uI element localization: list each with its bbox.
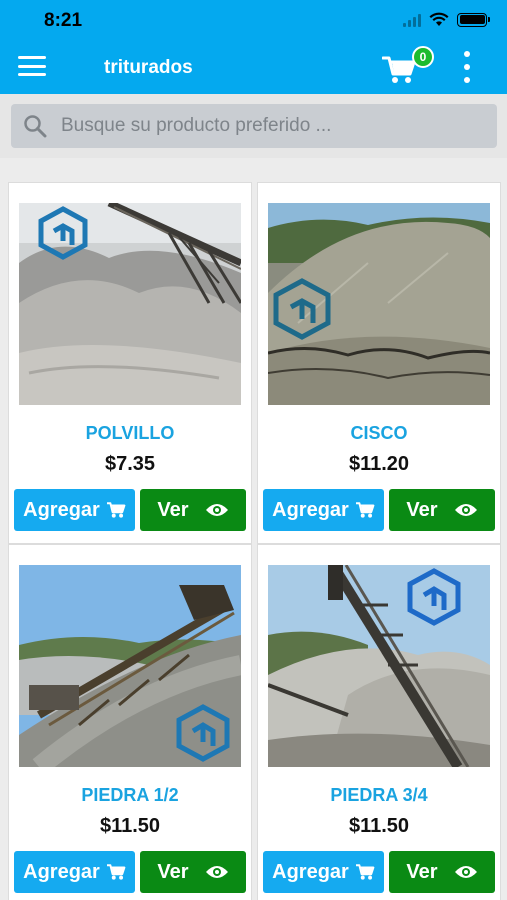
cart-icon — [355, 864, 375, 880]
search-icon — [24, 115, 47, 138]
eye-icon — [205, 504, 228, 516]
cart-icon — [355, 502, 375, 518]
add-to-cart-button[interactable]: Agregar — [263, 489, 384, 531]
product-card: POLVILLO $7.35 Agregar Ver — [8, 182, 252, 544]
product-name: PIEDRA 3/4 — [330, 785, 428, 805]
view-button-label: Ver — [406, 498, 438, 521]
add-button-label: Agregar — [272, 860, 349, 883]
add-button-label: Agregar — [23, 498, 100, 521]
cart-icon — [106, 864, 126, 880]
wifi-icon — [429, 12, 449, 26]
view-button-label: Ver — [157, 498, 189, 521]
view-product-button[interactable]: Ver — [140, 489, 246, 531]
menu-icon[interactable] — [18, 54, 46, 78]
add-to-cart-button[interactable]: Agregar — [14, 851, 135, 893]
view-product-button[interactable]: Ver — [389, 489, 495, 531]
add-button-label: Agregar — [272, 498, 349, 521]
product-price: $7.35 — [104, 453, 156, 475]
add-button-label: Agregar — [23, 860, 100, 883]
product-price: $11.50 — [99, 815, 161, 837]
product-grid: POLVILLO $7.35 Agregar Ver CISCO $11.20 … — [0, 158, 507, 900]
more-options-icon[interactable] — [460, 51, 474, 83]
battery-icon — [457, 12, 490, 27]
search-input[interactable] — [61, 104, 481, 148]
product-price: $11.50 — [348, 815, 410, 837]
eye-icon — [205, 866, 228, 878]
signal-icon — [403, 13, 421, 27]
status-time: 8:21 — [44, 10, 83, 31]
cart-icon — [382, 56, 416, 83]
product-price: $11.20 — [348, 453, 410, 475]
view-button-label: Ver — [157, 860, 189, 883]
page-title: triturados — [104, 57, 193, 78]
search-box — [11, 104, 497, 148]
view-product-button[interactable]: Ver — [140, 851, 246, 893]
product-image[interactable] — [19, 203, 241, 405]
status-bar: 8:21 — [0, 0, 507, 40]
add-to-cart-button[interactable]: Agregar — [14, 489, 135, 531]
product-image[interactable] — [268, 203, 490, 405]
eye-icon — [454, 866, 477, 878]
view-button-label: Ver — [406, 860, 438, 883]
eye-icon — [454, 504, 477, 516]
product-card: CISCO $11.20 Agregar Ver — [257, 182, 501, 544]
view-product-button[interactable]: Ver — [389, 851, 495, 893]
product-image[interactable] — [268, 565, 490, 767]
cart-button[interactable]: 0 — [382, 46, 434, 86]
cart-icon — [106, 502, 126, 518]
product-name: PIEDRA 1/2 — [81, 785, 179, 805]
search-bar — [0, 94, 507, 158]
status-icons — [403, 12, 490, 27]
cart-count-badge: 0 — [412, 46, 434, 68]
product-name: CISCO — [350, 423, 408, 443]
product-card: PIEDRA 3/4 $11.50 Agregar Ver — [257, 544, 501, 900]
add-to-cart-button[interactable]: Agregar — [263, 851, 384, 893]
product-card: PIEDRA 1/2 $11.50 Agregar Ver — [8, 544, 252, 900]
product-name: POLVILLO — [85, 423, 175, 443]
app-bar: triturados 0 — [0, 40, 507, 94]
product-image[interactable] — [19, 565, 241, 767]
